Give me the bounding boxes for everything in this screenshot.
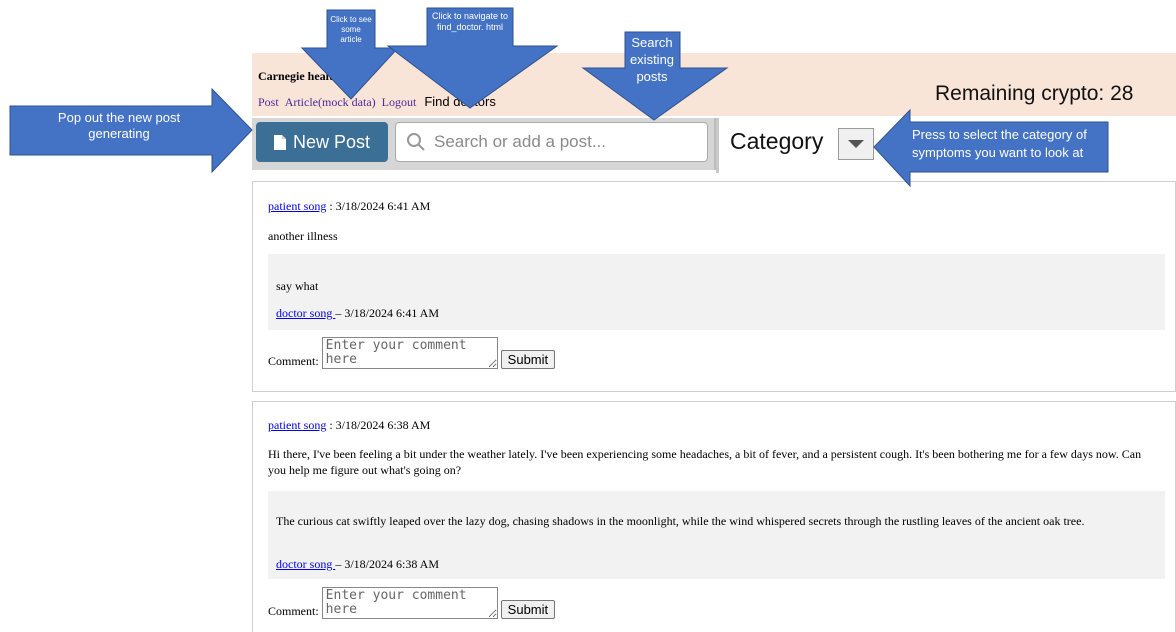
annotation-search: Search existing posts — [629, 35, 675, 84]
annotation-article: Click to see some article — [330, 15, 372, 44]
annotation-new-post: Pop out the new post generating — [57, 110, 181, 141]
annotation-category: Press to select the category of symptoms… — [912, 127, 1087, 160]
annotation-arrows — [9, 7, 1109, 188]
annotation-find-doctor: Click to navigate to find_doctor. html — [431, 11, 509, 32]
